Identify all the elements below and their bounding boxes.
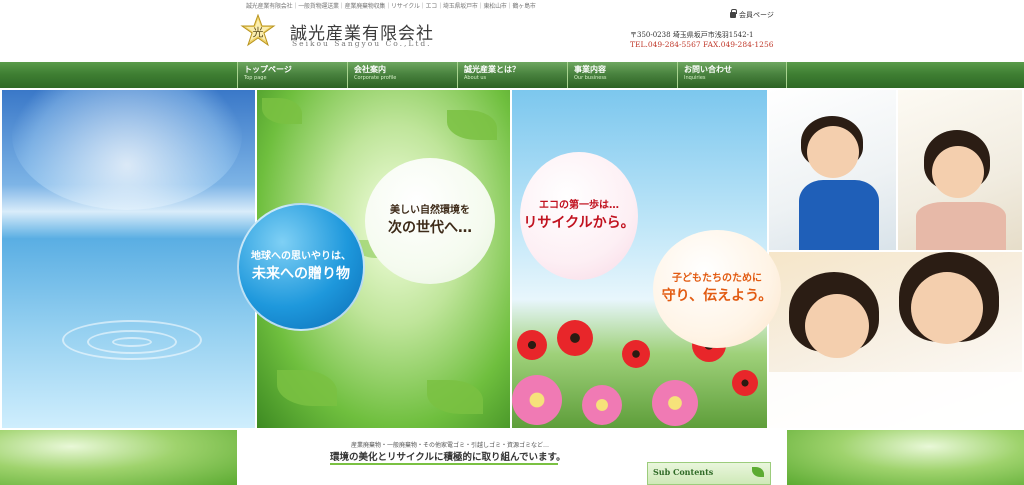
nav-item-about[interactable]: 誠光産業とは？ About us — [457, 62, 567, 88]
nav-item-sublabel: Inquiries — [684, 75, 706, 81]
global-nav-items: トップページ Top page 会社案内 Corporate profile 誠… — [237, 62, 787, 88]
child-face — [932, 146, 984, 198]
nav-item-label: 事業内容 — [574, 65, 606, 74]
nav-item-label: 会社案内 — [354, 65, 386, 74]
water-ripple — [112, 337, 152, 347]
globe-shape — [12, 90, 242, 210]
nav-item-label: トップページ — [244, 65, 292, 74]
message-bubble-earth: 地球への思いやりは、 未来への贈り物 — [237, 203, 365, 331]
pillow — [769, 372, 1022, 428]
green-leaf-decoration-right — [787, 430, 1024, 485]
bubble-nature-line2: 次の世代へ… — [388, 220, 472, 236]
seo-keywords-line: 誠光産業有限会社｜一般貨物運送業｜産業廃棄物収集｜リサイクル｜エコ｜埼玉県坂戸市… — [246, 3, 536, 10]
content-area: 産業廃棄物・一般廃棄物・その他家電ゴミ・引越しゴミ・資源ゴミなど… 環境の美化と… — [0, 430, 1024, 485]
intro-underline — [330, 463, 558, 465]
poppy-flower — [622, 340, 650, 368]
message-bubble-eco: エコの第一歩は… リサイクルから。 — [520, 152, 638, 280]
company-romaji: Seikou Sangyou Co.,Ltd. — [292, 39, 432, 48]
leaf-shape — [447, 110, 497, 140]
poppy-flower — [517, 330, 547, 360]
nav-item-company[interactable]: 会社案内 Corporate profile — [347, 62, 457, 88]
child-photo-boy — [769, 90, 896, 250]
nav-item-label: お問い合わせ — [684, 65, 732, 74]
company-tel-fax: TEL.049-284-5567 FAX.049-284-1256 — [630, 40, 774, 49]
bubble-kids-line1: 子どもたちのために — [672, 273, 762, 284]
logo-glyph: 光 — [253, 25, 264, 39]
hero-banner: 地球への思いやりは、 未来への贈り物 美しい自然環境を 次の世代へ… エコの第一… — [0, 90, 1024, 428]
bubble-kids-line2: 守り、伝えよう。 — [661, 288, 773, 304]
lock-icon — [730, 9, 737, 18]
bubble-eco-line1: エコの第一歩は… — [539, 200, 619, 211]
member-page-link[interactable]: 会員ページ — [730, 9, 774, 20]
child-shirt — [916, 202, 1006, 250]
nav-item-label: 誠光産業とは？ — [464, 65, 520, 74]
nav-item-business[interactable]: 事業内容 Our business — [567, 62, 677, 88]
leaf-shape — [277, 370, 337, 406]
leaf-icon — [752, 467, 764, 477]
pink-flower — [652, 380, 698, 426]
earth-water-image — [2, 90, 255, 428]
poppy-flower — [557, 320, 593, 356]
bubble-nature-line1: 美しい自然環境を — [390, 205, 470, 216]
global-nav: トップページ Top page 会社案内 Corporate profile 誠… — [0, 62, 1024, 88]
child-face — [807, 126, 859, 178]
message-bubble-kids: 子どもたちのために 守り、伝えよう。 — [653, 230, 781, 348]
logo-star-icon[interactable]: 光 — [240, 14, 276, 50]
site-header: 誠光産業有限会社｜一般貨物運送業｜産業廃棄物収集｜リサイクル｜エコ｜埼玉県坂戸市… — [0, 0, 1024, 62]
nav-item-contact[interactable]: お問い合わせ Inquiries — [677, 62, 787, 88]
pink-flower — [512, 375, 562, 425]
child-photo-girl — [898, 90, 1022, 250]
mother-face — [911, 272, 983, 344]
bubble-earth-line2: 未来への贈り物 — [252, 266, 350, 282]
child-face — [805, 294, 869, 358]
nav-item-sublabel: About us — [464, 75, 487, 81]
sub-contents-box[interactable]: Sub Contents — [647, 462, 771, 485]
child-shirt — [799, 180, 879, 250]
leaf-shape — [427, 380, 483, 414]
leaf-shape — [262, 98, 302, 124]
intro-heading: 環境の美化とリサイクルに積極的に取り組んでいます。 — [330, 452, 566, 463]
poppy-flower — [732, 370, 758, 396]
nav-item-sublabel: Our business — [574, 75, 607, 81]
member-page-label: 会員ページ — [739, 11, 774, 19]
green-leaf-decoration-left — [0, 430, 237, 485]
nav-item-sublabel: Top page — [244, 75, 267, 81]
nav-item-sublabel: Corporate profile — [354, 75, 397, 81]
company-address: 〒350-0238 埼玉県坂戸市浅羽1542-1 — [630, 31, 754, 39]
message-bubble-nature: 美しい自然環境を 次の世代へ… — [365, 158, 495, 284]
nav-item-top[interactable]: トップページ Top page — [237, 62, 347, 88]
pink-flower — [582, 385, 622, 425]
intro-subheading: 産業廃棄物・一般廃棄物・その他家電ゴミ・引越しゴミ・資源ゴミなど… — [351, 442, 550, 449]
mother-child-photo — [769, 252, 1022, 428]
bubble-earth-line1: 地球への思いやりは、 — [251, 251, 351, 262]
sub-contents-title: Sub Contents — [653, 467, 714, 477]
bubble-eco-line2: リサイクルから。 — [523, 215, 635, 231]
